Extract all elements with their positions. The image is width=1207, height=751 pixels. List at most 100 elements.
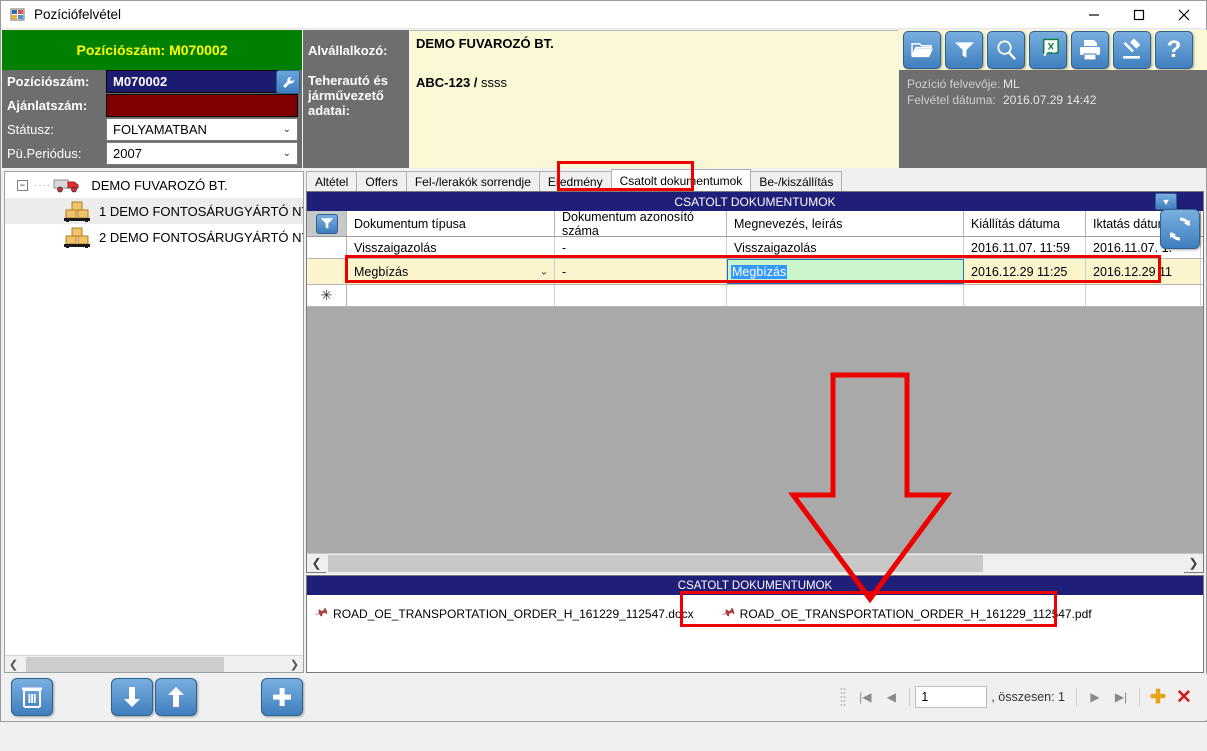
add-record-icon[interactable]: ✚ <box>1145 684 1171 710</box>
pallet-icon <box>63 200 93 223</box>
grid-filter-button[interactable] <box>307 211 347 236</box>
period-combo[interactable]: 2007 ⌄ <box>106 142 298 165</box>
table-row-selected[interactable]: Megbízás ⌄ - Megbízás 2016.12.29 11:25 2… <box>307 259 1203 285</box>
offer-number-input[interactable] <box>106 94 298 117</box>
cell-doc-id[interactable] <box>555 285 727 306</box>
label-period: Pü.Periódus: <box>2 142 106 165</box>
excel-export-icon[interactable]: X <box>1029 31 1067 69</box>
chevron-down-icon: ⌄ <box>282 124 291 135</box>
first-record-icon[interactable]: |◀ <box>852 684 878 710</box>
tab-altetel[interactable]: Altétel <box>306 171 358 191</box>
minimize-button[interactable] <box>1071 1 1116 29</box>
scroll-right-icon[interactable]: ❯ <box>1184 554 1203 573</box>
attachment-item-docx[interactable]: 🖈 ROAD_OE_TRANSPORTATION_ORDER_H_161229_… <box>313 602 693 625</box>
table-row-new[interactable]: ✳ <box>307 285 1203 307</box>
tab-offers[interactable]: Offers <box>356 171 407 191</box>
partner-tree-panel[interactable]: − ···· DEMO FUVAROZÓ BT. 1 DEMO FONTOSÁR… <box>4 171 304 673</box>
row-header[interactable] <box>307 237 347 258</box>
table-row[interactable]: Visszaigazolás - Visszaigazolás 2016.11.… <box>307 237 1203 259</box>
grid-col-doc-type[interactable]: Dokumentum típusa <box>347 211 555 236</box>
field-row-offer-number: Ajánlatszám: <box>2 94 302 118</box>
help-icon[interactable]: ? <box>1155 31 1193 69</box>
scroll-thumb[interactable] <box>26 656 224 672</box>
scroll-track[interactable] <box>22 655 286 672</box>
meta-key-recorder: Pozíció felvevője: <box>907 77 1001 91</box>
page-number-input[interactable]: 1 <box>915 686 988 708</box>
label-position-number: Pozíciószám: <box>2 70 106 93</box>
tab-csatolt-dokumentumok[interactable]: Csatolt dokumentumok <box>610 169 752 191</box>
grid-col-issue-date[interactable]: Kiállítás dátuma <box>964 211 1086 236</box>
application-window: Pozíciófelvétel Pozíciószám: M070002 Poz… <box>0 0 1207 722</box>
scroll-right-icon[interactable]: ❯ <box>286 656 303 673</box>
tab-be-kiszallitas[interactable]: Be-/kiszállítás <box>750 171 843 191</box>
driver-name: ssss <box>481 75 508 90</box>
close-button[interactable] <box>1161 1 1206 29</box>
tree-item-label: 2 DEMO FONTOSÁRUGYÁRTÓ NYRT. G <box>99 229 303 245</box>
scroll-left-icon[interactable]: ❮ <box>307 554 326 573</box>
cell-filing-date[interactable]: 2016.12.29 11 <box>1086 259 1201 284</box>
cell-doc-type-combo[interactable]: Megbízás ⌄ <box>347 259 555 284</box>
cell-issue-date[interactable] <box>964 285 1086 306</box>
period-value: 2007 <box>113 146 142 161</box>
documents-grid-panel: CSATOLT DOKUMENTUMOK ▼ Dokumentum típusa… <box>306 191 1204 573</box>
open-folder-icon[interactable] <box>903 31 941 69</box>
cell-description-value: Megbízás <box>731 264 788 279</box>
refresh-icon[interactable] <box>1160 209 1200 249</box>
cell-doc-type-value: Megbízás <box>354 264 409 279</box>
tree-root-node[interactable]: − ···· DEMO FUVAROZÓ BT. <box>5 172 303 198</box>
cell-doc-id[interactable]: - <box>555 259 727 284</box>
tab-eredmeny[interactable]: Eredmény <box>538 171 612 191</box>
cell-doc-id[interactable]: - <box>555 237 727 258</box>
cell-doc-type[interactable] <box>347 285 555 306</box>
status-combo[interactable]: FOLYAMATBAN ⌄ <box>106 118 298 141</box>
wrench-icon[interactable] <box>276 70 300 94</box>
cell-doc-type[interactable]: Visszaigazolás <box>347 237 555 258</box>
pallet-icon <box>63 226 93 249</box>
tree-item-2[interactable]: 2 DEMO FONTOSÁRUGYÁRTÓ NYRT. G <box>5 224 303 250</box>
cell-description-editor[interactable]: Megbízás <box>727 259 964 284</box>
divider <box>909 688 911 706</box>
collapse-icon[interactable]: − <box>17 179 28 191</box>
cell-filing-date[interactable] <box>1086 285 1201 306</box>
search-icon[interactable] <box>987 31 1025 69</box>
grid-horizontal-scrollbar[interactable]: ❮ ❯ <box>307 553 1203 573</box>
move-up-button[interactable] <box>155 678 197 716</box>
cell-description[interactable]: Visszaigazolás <box>727 237 964 258</box>
attachment-item-pdf[interactable]: 🖈 ROAD_OE_TRANSPORTATION_ORDER_H_161229_… <box>720 602 1092 625</box>
cell-description[interactable] <box>727 285 964 306</box>
tree-horizontal-scrollbar[interactable]: ❮ ❯ <box>5 655 303 672</box>
tab-loading-order[interactable]: Fel-/lerakók sorrendje <box>405 171 540 191</box>
header-area: Pozíciószám: M070002 Pozíciószám: M07000… <box>2 30 1207 168</box>
grid-col-doc-id[interactable]: Dokumentum azonosító száma <box>555 210 727 238</box>
next-record-icon[interactable]: ▶ <box>1082 684 1108 710</box>
attachment-filename: ROAD_OE_TRANSPORTATION_ORDER_H_161229_11… <box>739 607 1092 621</box>
cell-issue-date[interactable]: 2016.11.07. 11:59 <box>964 237 1086 258</box>
field-row-period: Pü.Periódus: 2007 ⌄ <box>2 142 302 166</box>
scroll-thumb[interactable] <box>328 554 983 572</box>
tree-item-label: 1 DEMO FONTOSÁRUGYÁRTÓ NYRT. F <box>99 203 303 219</box>
scroll-track[interactable] <box>326 553 1184 573</box>
attachments-caption: CSATOLT DOKUMENTUMOK <box>307 576 1203 595</box>
truck-plate: ABC-123 / <box>416 75 478 90</box>
print-icon[interactable] <box>1071 31 1109 69</box>
delete-button[interactable] <box>11 678 53 716</box>
tree-root-label: DEMO FUVAROZÓ BT. <box>91 177 228 193</box>
cell-issue-date[interactable]: 2016.12.29 11:25 <box>964 259 1086 284</box>
bottom-toolbar: |◀ ◀ 1 , összesen: 1 ▶ ▶| ✚ ✕ <box>2 674 1207 720</box>
maximize-button[interactable] <box>1116 1 1161 29</box>
tree-item-1[interactable]: 1 DEMO FONTOSÁRUGYÁRTÓ NYRT. F <box>5 198 303 224</box>
row-header-selected[interactable] <box>307 259 347 284</box>
add-button[interactable] <box>261 678 303 716</box>
gavel-icon[interactable] <box>1113 31 1151 69</box>
filter-icon[interactable] <box>945 31 983 69</box>
previous-record-icon[interactable]: ◀ <box>878 684 904 710</box>
grid-caption: CSATOLT DOKUMENTUMOK ▼ <box>307 192 1203 211</box>
move-down-button[interactable] <box>111 678 153 716</box>
scroll-left-icon[interactable]: ❮ <box>5 656 22 673</box>
last-record-icon[interactable]: ▶| <box>1108 684 1134 710</box>
caption-dropdown-icon[interactable]: ▼ <box>1155 193 1177 210</box>
navigator-grip[interactable] <box>840 687 847 707</box>
delete-record-icon[interactable]: ✕ <box>1171 684 1197 710</box>
position-number-input[interactable]: M070002 <box>106 70 298 93</box>
grid-col-description[interactable]: Megnevezés, leírás <box>727 211 964 236</box>
